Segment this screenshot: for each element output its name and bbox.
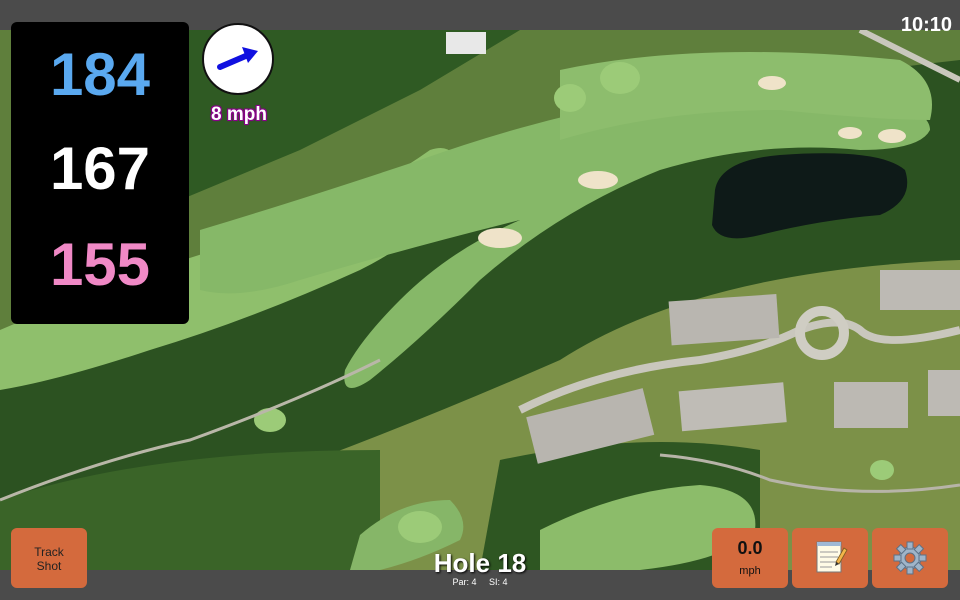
distance-back: 184 xyxy=(49,41,151,108)
track-shot-label-line2: Shot xyxy=(36,559,62,573)
notes-button[interactable] xyxy=(792,528,868,588)
track-shot-label-line1: Track xyxy=(34,545,64,559)
distance-front: 155 xyxy=(49,231,151,298)
wind-direction-dial xyxy=(202,23,274,95)
speed-unit: mph xyxy=(739,565,761,577)
hole-title: Hole 18 xyxy=(433,548,527,578)
clock: 10:10 xyxy=(900,14,952,36)
distance-panel: 184 167 155 xyxy=(11,22,189,324)
wind-speed-label: 8 mph xyxy=(211,104,267,125)
wind-arrow-icon xyxy=(217,47,258,70)
notepad-icon xyxy=(816,541,848,573)
hole-info: Par: 4 SI: 4 xyxy=(380,577,580,587)
settings-button[interactable] xyxy=(872,528,948,588)
hole-par: Par: 4 xyxy=(452,577,477,587)
distance-middle: 167 xyxy=(49,135,151,202)
hole-stroke-index: SI: 4 xyxy=(489,577,508,587)
speed-button[interactable]: 0.0 mph xyxy=(712,528,788,588)
track-shot-button[interactable]: Track Shot xyxy=(11,528,87,588)
gear-icon xyxy=(893,541,927,575)
speed-value: 0.0 xyxy=(737,538,763,558)
